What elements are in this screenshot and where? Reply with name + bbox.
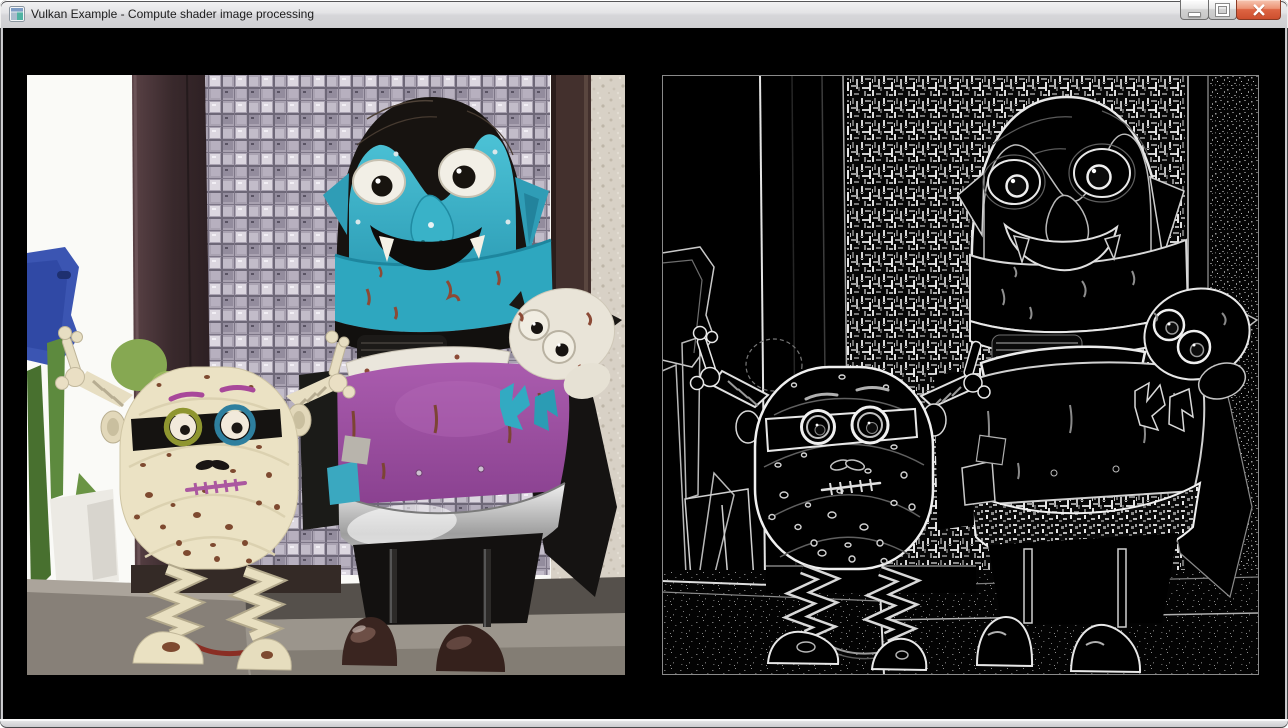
original-image: [27, 75, 625, 675]
close-icon: [1252, 4, 1266, 16]
app-window: Vulkan Example - Compute shader image pr…: [0, 0, 1288, 728]
title-bar[interactable]: Vulkan Example - Compute shader image pr…: [0, 0, 1288, 29]
window-resize-border-left[interactable]: [0, 28, 3, 719]
minimize-icon: [1188, 12, 1201, 17]
window-resize-border-bottom[interactable]: [0, 719, 1288, 728]
minimize-button[interactable]: [1180, 0, 1209, 20]
app-icon: [9, 6, 25, 22]
close-button[interactable]: [1236, 0, 1281, 20]
edge-detected-image: [662, 75, 1259, 675]
maximize-button[interactable]: [1208, 0, 1237, 20]
caption-buttons: [1181, 0, 1281, 20]
maximize-icon: [1216, 4, 1229, 16]
window-title: Vulkan Example - Compute shader image pr…: [31, 0, 314, 28]
screenshot: Vulkan Example - Compute shader image pr…: [0, 0, 1288, 728]
